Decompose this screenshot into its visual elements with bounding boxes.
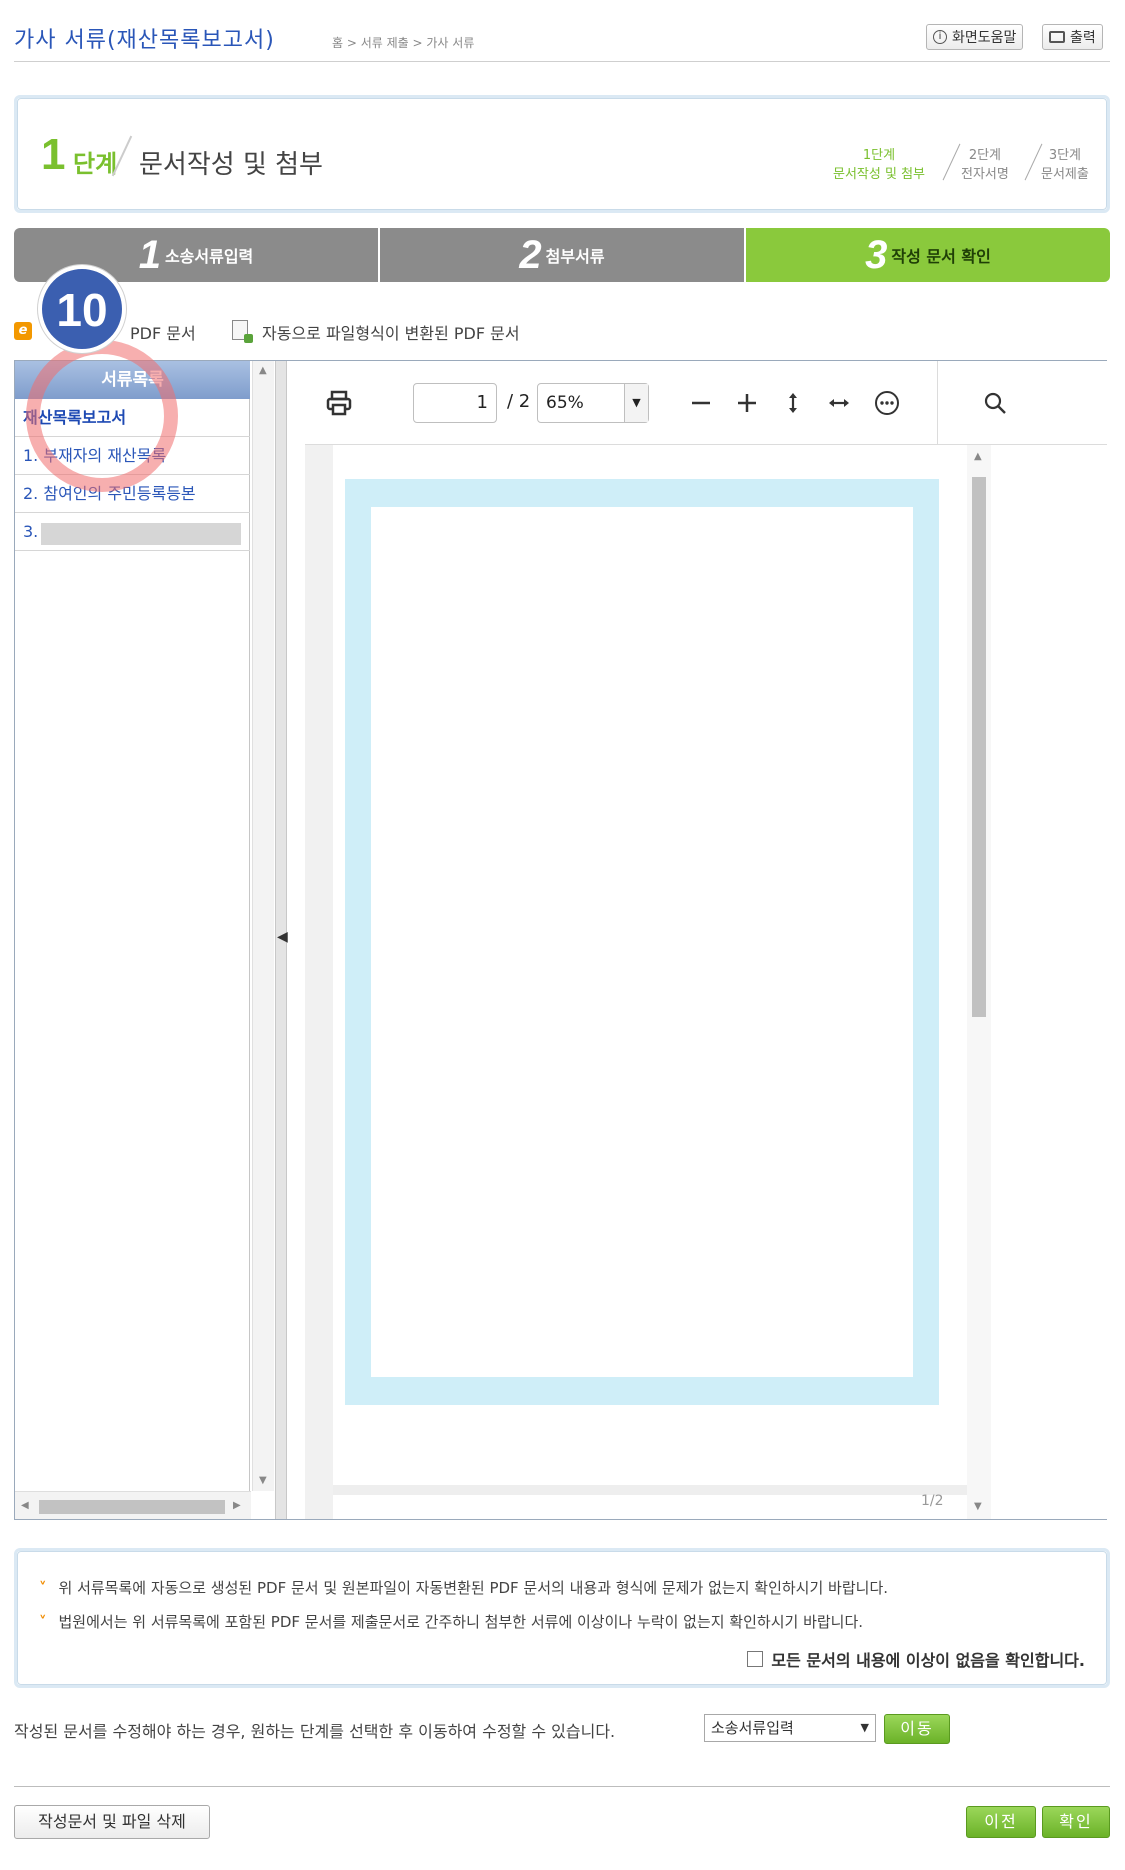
notice-box: ˅ 위 서류목록에 자동으로 생성된 PDF 문서 및 원본파일이 자동변환된 P… bbox=[14, 1548, 1110, 1688]
more-options-icon[interactable] bbox=[867, 383, 907, 423]
scroll-down-icon[interactable]: ▼ bbox=[259, 1475, 267, 1486]
auto-pdf-icon: e bbox=[14, 322, 32, 340]
pdf-vertical-scrollbar[interactable]: ▲ ▼ bbox=[967, 445, 991, 1519]
scroll-up-icon[interactable]: ▲ bbox=[259, 365, 267, 376]
confirm-checkbox-row[interactable]: 모든 문서의 내용에 이상이 없음을 확인합니다. bbox=[747, 1647, 1085, 1671]
pdf-viewer: 1 / 2 65% ▼ 1/2 ▲ ▼ bbox=[305, 361, 1107, 1519]
page-indicator: 1/2 bbox=[921, 1493, 944, 1509]
tab-number: 1 bbox=[138, 232, 161, 277]
info-icon: i bbox=[933, 30, 947, 44]
chevron-down-icon: ▼ bbox=[860, 1721, 869, 1734]
page-number-input[interactable]: 1 bbox=[413, 383, 497, 423]
scroll-right-icon[interactable]: ▶ bbox=[233, 1500, 241, 1511]
help-button-label: 화면도움말 bbox=[952, 30, 1017, 46]
scroll-up-icon[interactable]: ▲ bbox=[974, 451, 982, 462]
document-list-pane: 서류목록 재산목록보고서 1. 부재자의 재산목록 2. 참여인의 주민등록등본… bbox=[15, 361, 250, 1519]
page-title: 가사 서류(재산목록보고서) bbox=[14, 28, 275, 53]
printer-icon bbox=[1049, 31, 1065, 43]
tab-number: 3 bbox=[865, 232, 888, 277]
scroll-left-icon[interactable]: ◀ bbox=[21, 1500, 29, 1511]
confirm-label[interactable]: 모든 문서의 내용에 이상이 없음을 확인합니다. bbox=[771, 1647, 1085, 1671]
page-total: / 2 bbox=[507, 391, 531, 412]
fit-height-icon[interactable] bbox=[773, 383, 813, 423]
step-number: 1 bbox=[41, 130, 66, 179]
step-marker-badge: 10 bbox=[38, 265, 126, 353]
document-viewer-frame: 서류목록 재산목록보고서 1. 부재자의 재산목록 2. 참여인의 주민등록등본… bbox=[14, 360, 1107, 1520]
notice-text: 법원에서는 위 서류목록에 포함된 PDF 문서를 제출문서로 간주하니 첨부한… bbox=[58, 1613, 864, 1631]
zoom-out-icon[interactable] bbox=[681, 383, 721, 423]
flow-step-3-line1: 3단계 bbox=[1048, 148, 1082, 163]
tab-attachments[interactable]: 2 첨부서류 bbox=[380, 228, 744, 282]
notice-line-1: ˅ 위 서류목록에 자동으로 생성된 PDF 문서 및 원본파일이 자동변환된 P… bbox=[39, 1577, 888, 1598]
legend-auto-pdf: PDF 문서 bbox=[130, 324, 196, 343]
zoom-value: 65% bbox=[546, 393, 584, 413]
divider bbox=[14, 1786, 1110, 1787]
flow-step-3: 3단계 문서제출 bbox=[1041, 146, 1089, 184]
tab-label: 작성 문서 확인 bbox=[891, 247, 991, 266]
move-button[interactable]: 이동 bbox=[884, 1714, 950, 1744]
move-instruction: 작성된 문서를 수정해야 하는 경우, 원하는 단계를 선택한 후 이동하여 수… bbox=[14, 1722, 616, 1741]
step-name: 문서작성 및 첨부 bbox=[139, 150, 323, 180]
document-list-vertical-scrollbar[interactable]: ▲ ▼ bbox=[252, 361, 274, 1491]
tab-document-review[interactable]: 3 작성 문서 확인 bbox=[746, 228, 1110, 282]
tab-label: 첨부서류 bbox=[545, 247, 605, 266]
collapse-arrow-icon[interactable]: ◀ bbox=[277, 929, 288, 945]
document-list-horizontal-scrollbar[interactable]: ◀ ▶ bbox=[15, 1491, 251, 1519]
prev-button[interactable]: 이전 bbox=[966, 1806, 1036, 1838]
breadcrumb: 홈 > 서류 제출 > 가사 서류 bbox=[332, 36, 475, 50]
scrollbar-thumb[interactable] bbox=[39, 1500, 225, 1514]
flow-step-1-line2: 문서작성 및 첨부 bbox=[833, 167, 925, 182]
help-button[interactable]: i 화면도움말 bbox=[926, 24, 1024, 50]
redacted-block bbox=[41, 523, 241, 545]
fit-width-icon[interactable] bbox=[819, 383, 859, 423]
legend-converted-pdf: 자동으로 파일형식이 변환된 PDF 문서 bbox=[262, 324, 520, 343]
search-icon[interactable] bbox=[975, 383, 1015, 423]
pdf-page-content bbox=[371, 507, 913, 1377]
print-icon[interactable] bbox=[319, 383, 359, 423]
delete-documents-button[interactable]: 작성문서 및 파일 삭제 bbox=[14, 1805, 210, 1839]
flow-step-2-line2: 전자서명 bbox=[961, 167, 1009, 182]
flow-step-2: 2단계 전자서명 bbox=[961, 146, 1009, 184]
chevron-down-icon: ▼ bbox=[624, 384, 648, 422]
step-select[interactable]: 소송서류입력 ▼ bbox=[704, 1714, 876, 1742]
chevron-icon: ˅ bbox=[39, 1579, 47, 1597]
converted-document-icon bbox=[232, 320, 253, 343]
list-item[interactable]: 3. bbox=[15, 513, 250, 551]
tab-number: 2 bbox=[519, 232, 542, 277]
pdf-left-margin bbox=[305, 445, 333, 1519]
flow-step-1: 1단계 문서작성 및 첨부 bbox=[833, 146, 925, 184]
confirm-button[interactable]: 확인 bbox=[1042, 1806, 1110, 1838]
pane-splitter[interactable]: ◀ bbox=[275, 361, 288, 1519]
flow-step-1-line1: 1단계 bbox=[862, 148, 896, 163]
flow-step-2-line1: 2단계 bbox=[968, 148, 1002, 163]
toolbar-divider bbox=[937, 361, 938, 445]
scroll-down-icon[interactable]: ▼ bbox=[974, 1501, 982, 1512]
highlight-ring bbox=[26, 340, 178, 492]
confirm-checkbox[interactable] bbox=[747, 1651, 764, 1667]
step-select-value: 소송서류입력 bbox=[711, 1719, 794, 1737]
page-header: 가사 서류(재산목록보고서) 홈 > 서류 제출 > 가사 서류 i 화면도움말… bbox=[14, 18, 1110, 62]
print-button-label: 출력 bbox=[1070, 30, 1096, 46]
scrollbar-thumb[interactable] bbox=[972, 477, 986, 1017]
tab-label: 소송서류입력 bbox=[164, 247, 254, 266]
list-item-label: 3. bbox=[23, 522, 39, 541]
page-separator bbox=[333, 1485, 967, 1495]
step-box: 1 단계 문서작성 및 첨부 1단계 문서작성 및 첨부 2단계 전자서명 3단… bbox=[14, 95, 1110, 213]
notice-text: 위 서류목록에 자동으로 생성된 PDF 문서 및 원본파일이 자동변환된 PD… bbox=[58, 1579, 889, 1597]
chevron-icon: ˅ bbox=[39, 1613, 47, 1631]
print-button[interactable]: 출력 bbox=[1042, 24, 1103, 50]
zoom-select[interactable]: 65% ▼ bbox=[537, 383, 649, 423]
pdf-toolbar: 1 / 2 65% ▼ bbox=[305, 361, 1107, 445]
zoom-in-icon[interactable] bbox=[727, 383, 767, 423]
flow-step-3-line2: 문서제출 bbox=[1041, 167, 1089, 182]
notice-line-2: ˅ 법원에서는 위 서류목록에 포함된 PDF 문서를 제출문서로 간주하니 첨부… bbox=[39, 1611, 863, 1632]
step-label: 단계 bbox=[73, 150, 118, 178]
